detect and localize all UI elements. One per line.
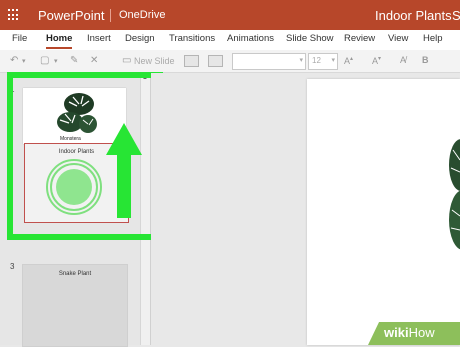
document-title[interactable]: Indoor Plants xyxy=(375,8,452,23)
font-size-select[interactable]: 12 ▾ xyxy=(308,53,338,70)
slide-format-icon[interactable] xyxy=(208,55,223,67)
decrease-font-icon[interactable]: A▾ xyxy=(372,55,381,66)
tab-design[interactable]: Design xyxy=(125,33,155,44)
layout-icon[interactable] xyxy=(184,55,199,67)
title-separator xyxy=(110,9,111,22)
watermark-brand-suffix: How xyxy=(408,325,435,340)
ribbon-tabs: File Home Insert Design Transitions Anim… xyxy=(0,30,460,50)
font-family-select[interactable]: ▾ xyxy=(232,53,306,70)
undo-icon[interactable]: ↶ xyxy=(10,55,18,66)
new-slide-icon[interactable]: ▭ xyxy=(122,55,131,66)
chevron-down-icon: ▾ xyxy=(299,57,303,64)
wikihow-watermark: wikiHow xyxy=(368,322,460,345)
drag-highlight-box xyxy=(7,72,163,240)
tab-insert[interactable]: Insert xyxy=(87,33,111,44)
chevron-down-icon: ▾ xyxy=(331,57,335,64)
location-link[interactable]: OneDrive xyxy=(119,9,165,21)
slide-number: 3 xyxy=(10,262,15,271)
tab-transitions[interactable]: Transitions xyxy=(169,33,215,44)
ribbon-toolbar: ↶ ▾ ▢ ▾ ✎ ✕ ▭ New Slide ▾ 12 ▾ A▴ A▾ A̸ … xyxy=(0,50,460,73)
paste-dropdown-icon[interactable]: ▾ xyxy=(54,57,58,65)
tab-animations[interactable]: Animations xyxy=(227,33,274,44)
app-launcher-icon[interactable] xyxy=(8,9,20,21)
slide-3-title: Snake Plant xyxy=(58,271,92,277)
tab-help[interactable]: Help xyxy=(423,33,443,44)
undo-dropdown-icon[interactable]: ▾ xyxy=(22,57,26,65)
new-slide-button[interactable]: New Slide xyxy=(134,56,175,66)
clear-formatting-icon[interactable]: A̸ xyxy=(400,55,406,65)
watermark-brand: wiki xyxy=(384,325,409,340)
tab-view[interactable]: View xyxy=(388,33,408,44)
font-size-value: 12 xyxy=(312,56,321,65)
tab-home[interactable]: Home xyxy=(46,33,72,44)
cut-icon[interactable]: ✕ xyxy=(90,55,98,66)
bold-icon[interactable]: B xyxy=(422,55,429,65)
format-painter-icon[interactable]: ✎ xyxy=(70,55,78,66)
slide-3-thumbnail[interactable]: Snake Plant xyxy=(22,264,128,347)
paste-icon[interactable]: ▢ xyxy=(40,55,49,66)
title-bar: PowerPoint OneDrive Indoor Plants S xyxy=(0,0,460,30)
plant-image-edge xyxy=(449,139,460,250)
tab-review[interactable]: Review xyxy=(344,33,375,44)
user-avatar[interactable]: S xyxy=(452,8,460,23)
increase-font-icon[interactable]: A▴ xyxy=(344,55,353,66)
app-name[interactable]: PowerPoint xyxy=(38,8,104,23)
active-tab-indicator xyxy=(46,47,72,49)
tab-file[interactable]: File xyxy=(12,33,27,44)
tab-slide-show[interactable]: Slide Show xyxy=(286,33,334,44)
